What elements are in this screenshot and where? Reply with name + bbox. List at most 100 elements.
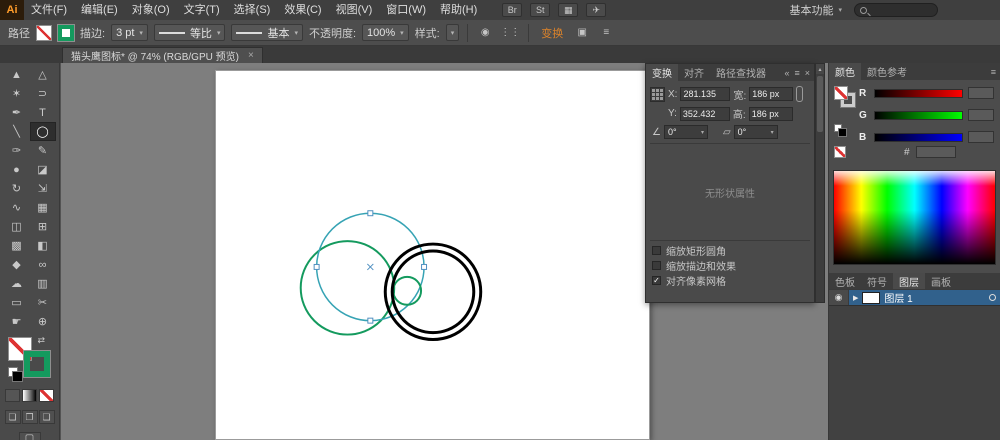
- anchor-point[interactable]: [421, 263, 428, 270]
- channel-r-slider[interactable]: [874, 88, 963, 98]
- arrange-documents-icon[interactable]: ▦: [558, 3, 579, 17]
- tab-pathfinder[interactable]: 路径查找器: [710, 64, 772, 81]
- stroke-weight-combo[interactable]: 3 pt ▾: [111, 24, 148, 41]
- tab-transform[interactable]: 变换: [646, 64, 678, 81]
- option-scale-strokes-effects[interactable]: 缩放描边和效果: [650, 258, 810, 273]
- constrain-proportions-icon[interactable]: [796, 86, 804, 102]
- blob-brush-tool[interactable]: ●: [4, 160, 30, 179]
- artboard-tool[interactable]: ▭: [4, 293, 30, 312]
- black-ring-inner[interactable]: [390, 249, 476, 335]
- tab-layers[interactable]: 图层: [893, 272, 925, 290]
- expand-triangle-icon[interactable]: ▶: [853, 294, 858, 302]
- width-profile-combo[interactable]: 等比 ▾: [153, 24, 226, 41]
- tab-artboards[interactable]: 画板: [925, 273, 957, 290]
- anchor-point[interactable]: [313, 263, 320, 270]
- shear-combo[interactable]: 0° ▾: [733, 125, 778, 139]
- option-align-pixel-grid-checkbox[interactable]: ✓: [652, 276, 661, 285]
- draw-behind-icon[interactable]: ❐: [21, 410, 38, 424]
- paintbrush-tool[interactable]: ✑: [4, 141, 30, 160]
- brush-combo[interactable]: 基本 ▾: [231, 24, 303, 41]
- layer-row[interactable]: ◉ ▶ 图层 1: [829, 289, 1000, 306]
- menu-help[interactable]: 帮助(H): [433, 0, 484, 20]
- layer-target-icon[interactable]: [989, 294, 996, 301]
- mini-default-colors-icon[interactable]: [834, 124, 847, 137]
- app-logo[interactable]: Ai: [0, 0, 24, 20]
- direct-selection-tool[interactable]: △: [30, 65, 56, 84]
- align-options-icon[interactable]: ⋮⋮: [500, 25, 520, 41]
- recolor-artwork-icon[interactable]: ◉: [476, 25, 494, 41]
- menu-file[interactable]: 文件(F): [24, 0, 74, 20]
- slice-tool[interactable]: ✂: [30, 293, 56, 312]
- gradient-tool[interactable]: ◧: [30, 236, 56, 255]
- symbol-sprayer-tool[interactable]: ☁: [4, 274, 30, 293]
- pen-tool[interactable]: ✒: [4, 103, 30, 122]
- scroll-up-icon[interactable]: ▴: [816, 64, 824, 74]
- channel-b-slider[interactable]: [874, 132, 963, 142]
- menu-window[interactable]: 窗口(W): [379, 0, 433, 20]
- selection-tool[interactable]: ▲: [4, 65, 30, 84]
- visibility-eye-icon[interactable]: ◉: [829, 290, 849, 305]
- lasso-tool[interactable]: ⊃: [30, 84, 56, 103]
- mini-fill-stroke-widget[interactable]: [834, 86, 856, 108]
- green-circle-large[interactable]: [299, 240, 396, 336]
- channel-b-value-field[interactable]: [968, 131, 994, 143]
- mini-fill-well[interactable]: [834, 86, 848, 100]
- option-scale-rect-corners[interactable]: 缩放矩形圆角: [650, 243, 810, 258]
- tab-align[interactable]: 对齐: [678, 64, 710, 81]
- panel-scrollbar[interactable]: ▴: [815, 63, 825, 303]
- x-field[interactable]: 281.135: [680, 87, 731, 101]
- gradient-button[interactable]: [22, 389, 37, 402]
- line-segment-tool[interactable]: ╲: [4, 122, 30, 141]
- perspective-grid-tool[interactable]: ⊞: [30, 217, 56, 236]
- layer-thumbnail[interactable]: [862, 291, 881, 304]
- option-scale-strokes-effects-checkbox[interactable]: [652, 261, 661, 270]
- height-field[interactable]: 186 px: [748, 106, 793, 121]
- anchor-point[interactable]: [367, 317, 374, 324]
- tab-color[interactable]: 颜色: [829, 63, 861, 80]
- hex-field[interactable]: [915, 146, 956, 158]
- panel-menu-icon[interactable]: ≡: [794, 68, 799, 78]
- fill-swatch[interactable]: [36, 24, 52, 41]
- blend-tool[interactable]: ∞: [30, 255, 56, 274]
- artboard[interactable]: [215, 70, 650, 440]
- swap-fill-stroke-icon[interactable]: ⇄: [38, 335, 46, 346]
- screen-mode-icon[interactable]: ▢: [18, 432, 41, 440]
- scrollbar-thumb[interactable]: [817, 76, 823, 132]
- mesh-tool[interactable]: ▩: [4, 236, 30, 255]
- tab-color-guide[interactable]: 颜色参考: [861, 63, 913, 80]
- menu-view[interactable]: 视图(V): [329, 0, 380, 20]
- stroke-swatch[interactable]: [57, 23, 75, 42]
- menu-type[interactable]: 文字(T): [177, 0, 227, 20]
- default-fill-stroke-icon[interactable]: [7, 367, 23, 382]
- rotate-tool[interactable]: ↻: [4, 179, 30, 198]
- free-transform-tool[interactable]: ▦: [30, 198, 56, 217]
- zoom-tool[interactable]: ⊕: [30, 312, 56, 331]
- pencil-tool[interactable]: ✎: [30, 141, 56, 160]
- width-tool[interactable]: ∿: [4, 198, 30, 217]
- channel-g-value-field[interactable]: [968, 109, 994, 121]
- draw-inside-icon[interactable]: ❑: [38, 410, 55, 424]
- black-ring-outer[interactable]: [383, 242, 483, 342]
- bridge-icon[interactable]: Br: [502, 3, 523, 17]
- menu-object[interactable]: 对象(O): [125, 0, 177, 20]
- anchor-point[interactable]: [367, 210, 374, 217]
- search-input[interactable]: [870, 4, 930, 16]
- reference-point-locator[interactable]: [650, 86, 665, 102]
- isolate-mode-icon[interactable]: ▣: [573, 25, 591, 41]
- control-panel-menu-icon[interactable]: ≡: [597, 25, 615, 41]
- menu-effect[interactable]: 效果(C): [277, 0, 328, 20]
- none-color-icon[interactable]: [834, 146, 846, 158]
- stock-icon[interactable]: St: [530, 3, 551, 17]
- collapse-panel-icon[interactable]: «: [784, 68, 789, 78]
- eraser-tool[interactable]: ◪: [30, 160, 56, 179]
- workspace-switcher[interactable]: 基本功能 ▾: [789, 2, 842, 18]
- y-field[interactable]: 352.432: [679, 106, 730, 121]
- tab-symbols[interactable]: 符号: [861, 273, 893, 290]
- opacity-combo[interactable]: 100% ▾: [362, 24, 409, 41]
- option-align-pixel-grid[interactable]: ✓ 对齐像素网格: [650, 273, 810, 288]
- share-icon[interactable]: ✈: [586, 3, 607, 17]
- channel-g-slider[interactable]: [874, 110, 963, 120]
- menu-edit[interactable]: 编辑(E): [74, 0, 125, 20]
- search-box[interactable]: [854, 3, 938, 17]
- shape-builder-tool[interactable]: ◫: [4, 217, 30, 236]
